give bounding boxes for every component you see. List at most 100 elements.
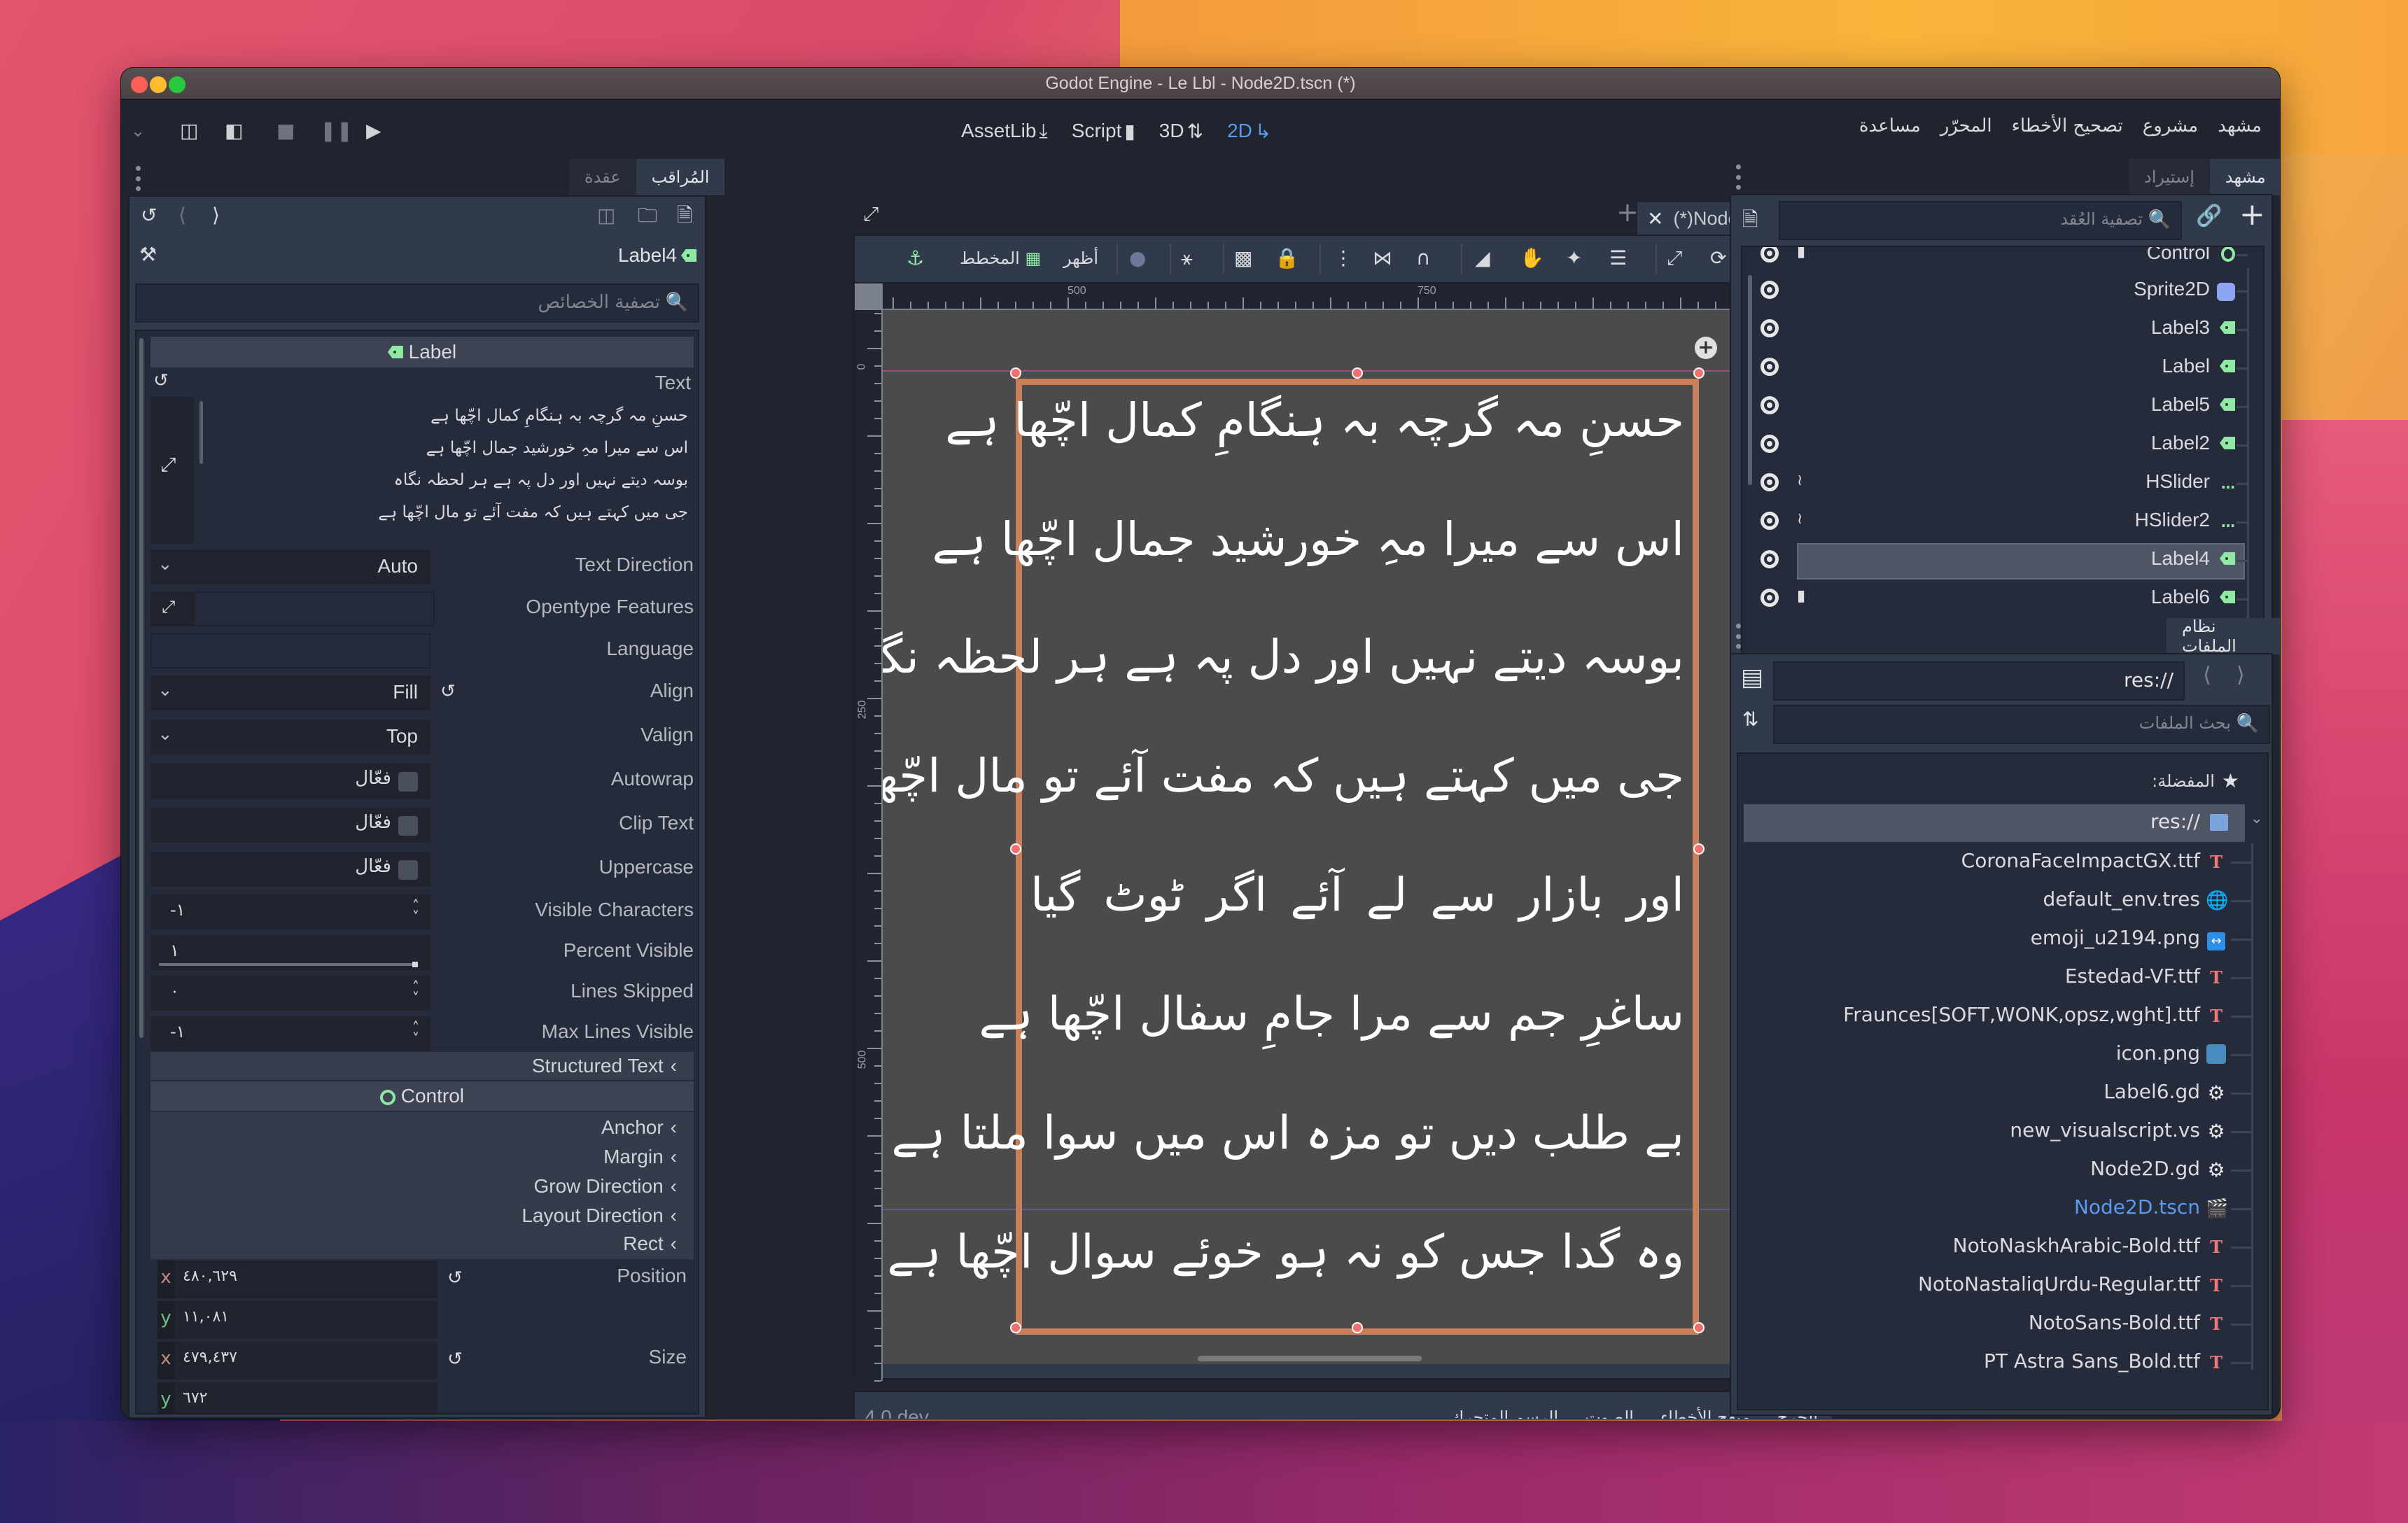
scene-node-label6[interactable]: ▮ Label6 bbox=[1742, 580, 2263, 619]
res-root-folder[interactable]: res:// bbox=[1744, 804, 2245, 842]
language-input[interactable] bbox=[150, 633, 430, 668]
text-scrollbar[interactable] bbox=[200, 401, 203, 464]
scene-node-hslider[interactable]: ≀ HSlider… bbox=[1742, 465, 2263, 503]
spin-arrows-icon[interactable]: ˄ ˅ bbox=[412, 899, 419, 924]
file-item[interactable]: Node2D.gd ⚙ bbox=[1738, 1151, 2267, 1190]
tab-import[interactable]: إستيراد bbox=[2129, 159, 2210, 195]
scale-tool-icon[interactable]: ⤢ bbox=[1667, 246, 1682, 271]
file-item[interactable]: Estedad-VF.ttf T bbox=[1738, 959, 2267, 997]
group-anchor[interactable]: Anchor ‹ bbox=[601, 1116, 677, 1139]
resize-handle-right[interactable] bbox=[1693, 843, 1704, 855]
scene-node-label[interactable]: Label bbox=[1742, 349, 2263, 388]
visibility-eye-icon[interactable] bbox=[1760, 550, 1779, 568]
group-margin[interactable]: Margin ‹ bbox=[603, 1146, 677, 1168]
tab-inspector[interactable]: المُراقب bbox=[636, 159, 725, 195]
revert-icon[interactable]: ↺ bbox=[447, 1268, 463, 1289]
visibility-eye-icon[interactable] bbox=[1760, 358, 1779, 376]
canvas-viewport[interactable]: 500 750 1000 0 250 500 + ٩٩,٨ % − bbox=[853, 282, 1833, 1382]
visibility-eye-icon[interactable] bbox=[1760, 435, 1779, 453]
file-search-input[interactable]: 🔍 بحث الملفات bbox=[1773, 705, 2270, 744]
resize-handle-bottom-right[interactable] bbox=[1693, 1322, 1704, 1333]
stop-icon[interactable]: ■ bbox=[276, 117, 295, 145]
scene-node-label4[interactable]: Label4 bbox=[1742, 542, 2263, 580]
anchor-icon[interactable]: ⚓ bbox=[906, 246, 924, 271]
class-header-label[interactable]: Label bbox=[150, 337, 694, 367]
camera-override-icon[interactable]: ● bbox=[1129, 246, 1146, 271]
revert-icon[interactable]: ↺ bbox=[447, 1349, 463, 1370]
visibility-eye-icon[interactable] bbox=[1760, 247, 1779, 262]
list-select-icon[interactable]: ☰ bbox=[1609, 246, 1627, 271]
menu-project[interactable]: مشروع bbox=[2143, 115, 2199, 136]
bone-icon[interactable]: ⚹ bbox=[1181, 246, 1193, 271]
visibility-eye-icon[interactable] bbox=[1760, 512, 1779, 530]
scene-node-label3[interactable]: Label3 bbox=[1742, 311, 2263, 349]
pan-tool-icon[interactable]: ✋ bbox=[1520, 246, 1544, 271]
group-grow-direction[interactable]: Grow Direction ‹ bbox=[534, 1175, 678, 1198]
close-tab-icon[interactable]: ✕ bbox=[1647, 207, 1663, 230]
position-y-field[interactable]: y ١١,٠٨١ bbox=[158, 1301, 438, 1339]
sort-icon[interactable]: ⇅ bbox=[1742, 708, 1758, 731]
layout-menu[interactable]: ▦ المخطط bbox=[960, 246, 1041, 271]
expand-editor-button[interactable]: ⤢ bbox=[150, 397, 194, 544]
open-folder-icon[interactable]: 🗀 bbox=[638, 204, 657, 227]
scene-node-label5[interactable]: Label5 bbox=[1742, 388, 2263, 426]
file-item[interactable]: default_env.tres 🌐 bbox=[1738, 882, 2267, 920]
pause-icon[interactable]: ❚❚ bbox=[320, 117, 353, 145]
valign-dropdown[interactable]: ⌄ Top bbox=[150, 720, 430, 755]
opentype-features-field[interactable]: ⤢ bbox=[150, 591, 435, 626]
play-custom-scene-icon[interactable]: ◧ bbox=[225, 117, 243, 145]
tab-scene[interactable]: مشهد bbox=[2209, 159, 2280, 195]
lines-skipped-spinbox[interactable]: ٠ ˄ ˅ bbox=[150, 976, 430, 1011]
file-item[interactable]: NotoNastaliqUrdu-Regular.ttf T bbox=[1738, 1267, 2267, 1305]
percent-visible-slider[interactable]: ١ bbox=[150, 935, 430, 970]
smart-snap-icon[interactable]: ∩ bbox=[1416, 246, 1431, 271]
distraction-free-icon[interactable]: ⤢ bbox=[863, 202, 878, 226]
file-item[interactable]: CoronaFaceImpactGX.ttf T bbox=[1738, 843, 2267, 882]
workspace-2d[interactable]: 2D ↳ bbox=[1227, 115, 1271, 146]
resize-handle-bottom-left[interactable] bbox=[1010, 1322, 1021, 1333]
collapse-chevron-icon[interactable]: ⌄ bbox=[131, 117, 145, 145]
signal-icon[interactable]: ≀ bbox=[1797, 510, 1802, 528]
tab-node[interactable]: عقدة bbox=[569, 159, 636, 195]
save-resource-icon[interactable]: ◫ bbox=[597, 204, 615, 227]
play-icon[interactable]: ▶ bbox=[366, 117, 382, 145]
text-editor-field[interactable]: ⤢ حسنِ مہ گرچہ بہ ہنگامِ کمال اچّھا ہے ا… bbox=[150, 397, 694, 544]
file-item[interactable]: NotoSans-Bold.ttf T bbox=[1738, 1305, 2267, 1344]
zoom-in-button[interactable]: + bbox=[1695, 337, 1717, 359]
rotate-tool-icon[interactable]: ⟳ bbox=[1710, 246, 1726, 271]
inspector-scrollbar[interactable] bbox=[139, 338, 144, 1038]
menu-editor[interactable]: المحرّر bbox=[1940, 115, 1992, 136]
tab-audio[interactable]: الصوت bbox=[1585, 1408, 1634, 1419]
scene-node-label2[interactable]: Label2 bbox=[1742, 426, 2263, 465]
visibility-eye-icon[interactable] bbox=[1760, 319, 1779, 337]
group-layout-direction[interactable]: Layout Direction ‹ bbox=[522, 1205, 677, 1227]
autowrap-checkbox[interactable]: فعّال bbox=[150, 764, 430, 799]
ruler-tool-icon[interactable]: ◢ bbox=[1475, 246, 1490, 271]
new-resource-icon[interactable]: 🗎 bbox=[677, 204, 693, 227]
visibility-eye-icon[interactable] bbox=[1760, 396, 1779, 414]
position-x-field[interactable]: x ٤٨٠,٦٢٩ bbox=[158, 1261, 438, 1298]
resize-handle-left[interactable] bbox=[1010, 843, 1021, 855]
structured-text-group[interactable]: Structured Text ‹ bbox=[150, 1052, 694, 1080]
menu-debug[interactable]: تصحيح الأخطاء bbox=[2012, 115, 2123, 136]
group-icon[interactable]: ▩ bbox=[1234, 246, 1252, 271]
file-item[interactable]: emoji_u2194.png ↔ bbox=[1738, 920, 2267, 959]
tools-icon[interactable]: ⚒ bbox=[139, 243, 157, 267]
menu-help[interactable]: مساعدة bbox=[1859, 115, 1921, 136]
script-icon[interactable]: ▮ bbox=[1797, 247, 1805, 260]
file-item[interactable]: Node2D.tscn 🎬 bbox=[1738, 1190, 2267, 1228]
split-view-icon[interactable]: ▤ bbox=[1741, 666, 1763, 689]
chevron-down-icon[interactable]: ⌄ bbox=[2250, 810, 2263, 827]
selected-label-rect[interactable]: حسنِ مہ گرچہ بہ ہنگامِ کمال اچّھا ہے اس … bbox=[883, 379, 1699, 1335]
revert-icon[interactable]: ↺ bbox=[153, 370, 169, 391]
pivot-tool-icon[interactable]: ✦ bbox=[1566, 246, 1582, 271]
path-input[interactable]: res:// bbox=[1773, 661, 2185, 701]
add-node-icon[interactable]: + bbox=[2239, 197, 2265, 232]
view-menu[interactable]: أظهر bbox=[1063, 246, 1098, 271]
back-chevron-icon[interactable]: ⟨ bbox=[178, 204, 186, 227]
workspace-assetlib[interactable]: AssetLib ⤓ bbox=[961, 115, 1048, 146]
spin-arrows-icon[interactable]: ˄ ˅ bbox=[412, 1020, 419, 1046]
menu-scene[interactable]: مشهد bbox=[2218, 115, 2262, 136]
scene-dock-menu-dots[interactable] bbox=[1735, 164, 1741, 190]
dock-menu-dots[interactable] bbox=[135, 166, 141, 191]
